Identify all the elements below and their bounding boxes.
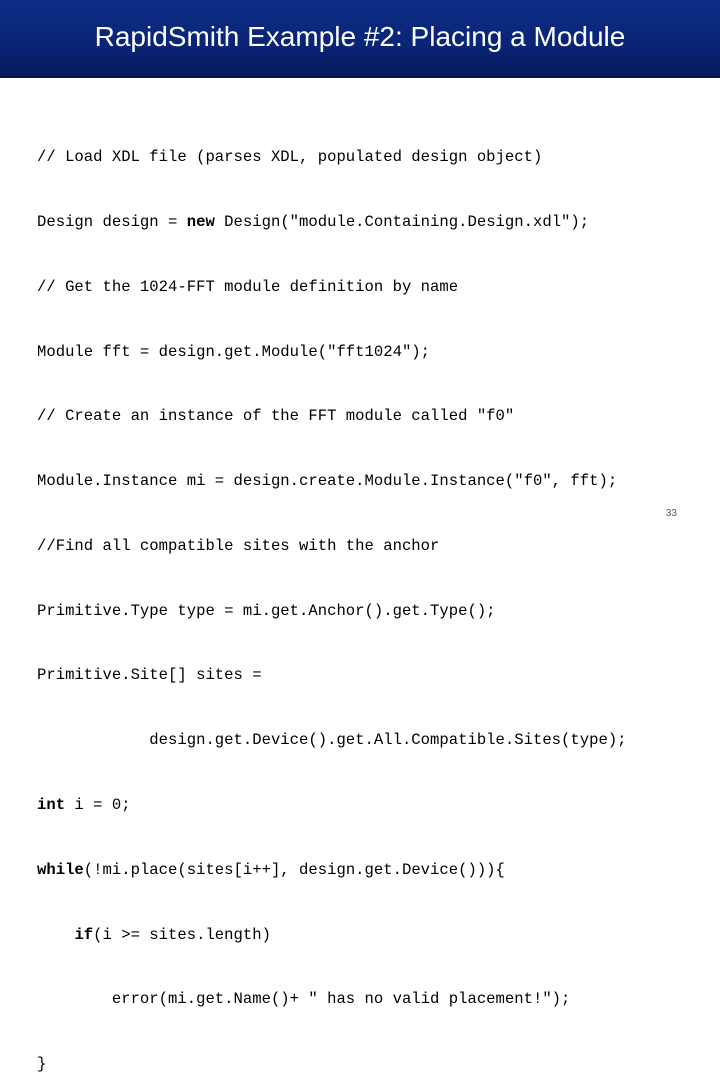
code-keyword: if <box>74 925 94 944</box>
slide-title: RapidSmith Example #2: Placing a Module <box>94 21 626 52</box>
code-text: Design design = <box>37 212 187 231</box>
code-line-10: design.get.Device().get.All.Compatible.S… <box>37 730 627 752</box>
code-text: Module fft = design.get.Module("fft1024"… <box>37 342 431 361</box>
code-text: Design("module.Containing.Design.xdl"); <box>214 212 590 231</box>
code-line-12: while(!mi.place(sites[i++], design.get.D… <box>37 860 627 882</box>
code-text: Module.Instance mi = design.create.Modul… <box>37 472 618 491</box>
code-line-4: Module fft = design.get.Module("fft1024"… <box>37 342 627 364</box>
code-line-2: Design design = new Design("module.Conta… <box>37 212 627 234</box>
code-line-15: } <box>37 1054 627 1076</box>
code-line-6: Module.Instance mi = design.create.Modul… <box>37 471 627 493</box>
code-line-5: // Create an instance of the FFT module … <box>37 406 627 428</box>
code-text: Primitive.Site[] sites = <box>37 666 262 685</box>
code-text: (i >= sites.length) <box>93 925 271 944</box>
code-keyword: new <box>186 212 215 231</box>
code-line-1: // Load XDL file (parses XDL, populated … <box>37 147 627 169</box>
code-text: (!mi.place(sites[i++], design.get.Device… <box>83 860 505 879</box>
page-number: 33 <box>665 508 677 519</box>
slide-title-bar: RapidSmith Example #2: Placing a Module <box>0 0 720 78</box>
code-text: i = 0; <box>65 796 131 814</box>
code-line-8: Primitive.Type type = mi.get.Anchor().ge… <box>37 601 627 623</box>
code-keyword: int <box>37 796 66 814</box>
code-line-11: int i = 0; <box>37 795 627 817</box>
code-line-3: // Get the 1024-FFT module definition by… <box>37 277 627 299</box>
code-comment: // Create an instance of the FFT module … <box>37 407 515 426</box>
code-line-7: //Find all compatible sites with the anc… <box>37 536 627 558</box>
code-text: Primitive.Type type = mi.get.Anchor().ge… <box>37 601 496 620</box>
code-line-9: Primitive.Site[] sites = <box>37 665 627 687</box>
code-line-14: error(mi.get.Name()+ " has no valid plac… <box>37 989 627 1011</box>
code-text: error(mi.get.Name()+ " has no valid plac… <box>37 990 571 1009</box>
code-text: design.get.Device().get.All.Compatible.S… <box>37 731 627 750</box>
code-text: } <box>37 1055 47 1074</box>
code-keyword: while <box>37 860 84 879</box>
code-block: // Load XDL file (parses XDL, populated … <box>37 104 627 1080</box>
code-comment: // Get the 1024-FFT module definition by… <box>37 277 459 296</box>
code-line-13: if(i >= sites.length) <box>37 925 627 947</box>
code-comment: // Load XDL file (parses XDL, populated … <box>37 148 543 167</box>
